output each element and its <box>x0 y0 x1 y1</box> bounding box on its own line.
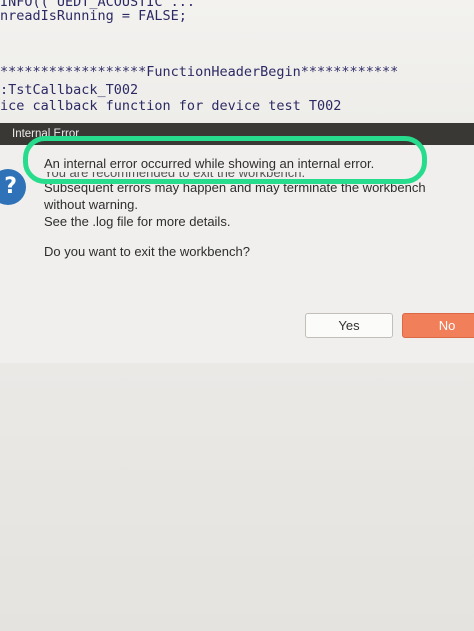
highlight-circle <box>23 136 427 184</box>
yes-button[interactable]: Yes <box>305 313 393 338</box>
background-area <box>0 363 474 631</box>
question-icon: ? <box>0 169 26 205</box>
error-message-detail: See the .log file for more details. <box>44 214 231 229</box>
internal-error-dialog: Internal Error ? An internal error occur… <box>0 123 474 363</box>
code-line: ******************FunctionHeaderBegin***… <box>0 64 399 80</box>
no-button[interactable]: No <box>402 313 474 338</box>
code-line: :TstCallback_T002 <box>0 82 139 98</box>
code-editor-background: INFO(( UEDT_ACOUSTIC ... nreadIsRunning … <box>0 0 474 124</box>
code-line: nreadIsRunning = FALSE; <box>0 8 187 24</box>
code-line: ice callback function for device test T0… <box>0 98 342 114</box>
error-message-detail: without warning. <box>44 197 138 212</box>
exit-question: Do you want to exit the workbench? <box>44 244 250 259</box>
